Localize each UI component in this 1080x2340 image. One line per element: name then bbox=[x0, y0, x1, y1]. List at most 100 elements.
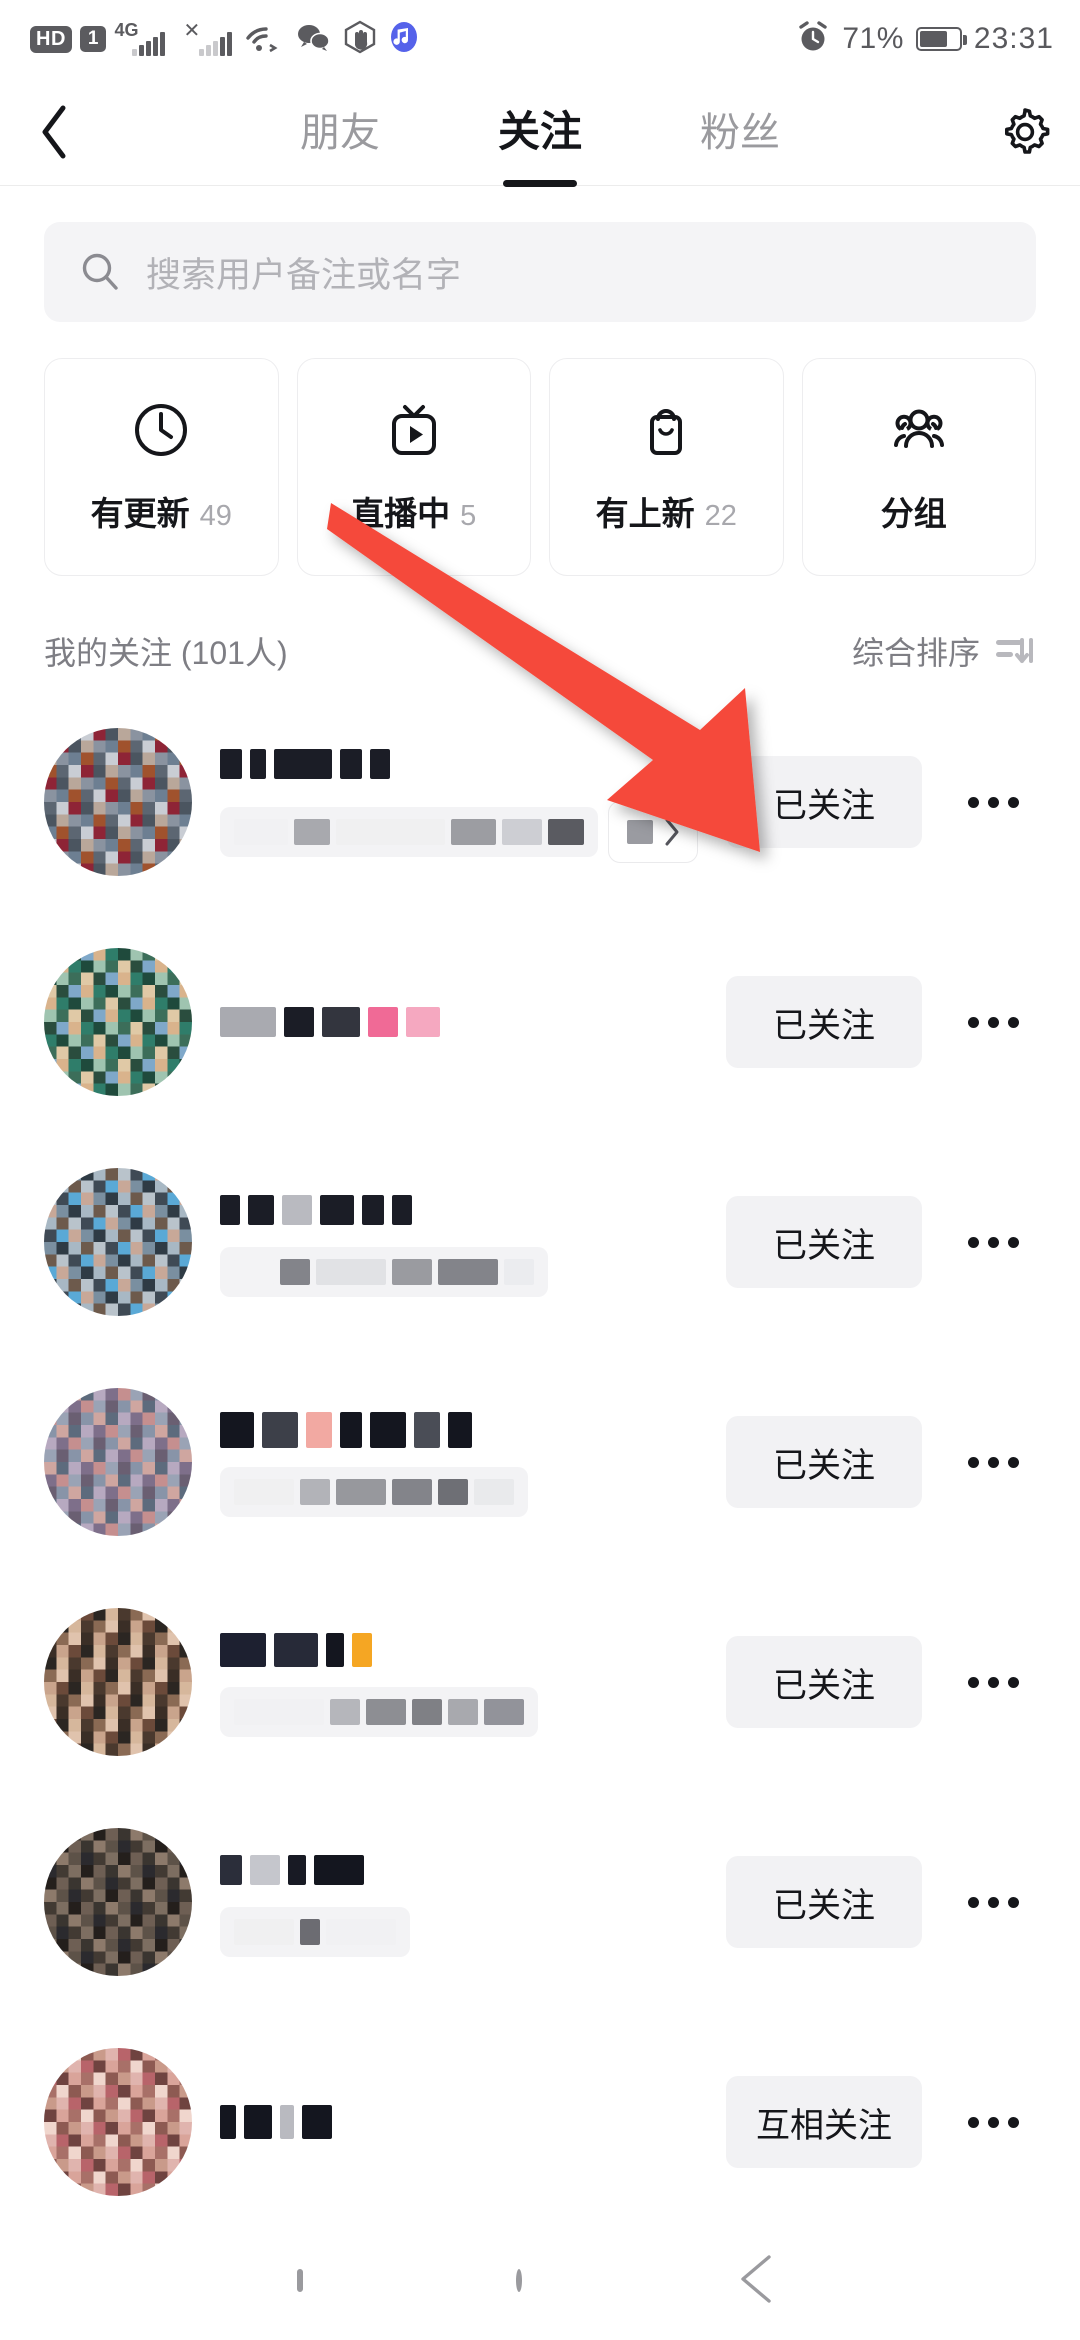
redacted-text-block bbox=[274, 1633, 318, 1667]
filter-card-new-items-label: 有上新 bbox=[595, 495, 695, 532]
more-options-icon[interactable] bbox=[950, 1676, 1036, 1688]
back-button[interactable] bbox=[0, 102, 110, 162]
redacted-text-block bbox=[288, 1855, 306, 1885]
avatar[interactable] bbox=[44, 1828, 192, 1976]
follow-status-button[interactable]: 已关注 bbox=[726, 1856, 922, 1948]
redacted-text-block bbox=[300, 1919, 320, 1945]
wechat-icon bbox=[294, 21, 334, 58]
home-button[interactable] bbox=[515, 2269, 522, 2292]
search-input[interactable]: 搜索用户备注或名字 bbox=[44, 222, 1036, 322]
filter-card-updates[interactable]: 有更新 49 bbox=[44, 358, 279, 576]
redacted-text-block bbox=[300, 1479, 330, 1505]
user-name-redacted bbox=[220, 1187, 698, 1233]
avatar[interactable] bbox=[44, 1388, 192, 1536]
redacted-text-block bbox=[320, 1195, 354, 1225]
following-list[interactable]: 已关注 已关注 已关注 已关注 已关注 已关注 互相关注 bbox=[0, 692, 1080, 2232]
redacted-text-block bbox=[392, 1195, 412, 1225]
follow-status-button[interactable]: 已关注 bbox=[726, 1636, 922, 1728]
group-people-icon bbox=[893, 409, 944, 448]
chevron-right-icon bbox=[665, 818, 679, 846]
follow-status-label: 已关注 bbox=[773, 1886, 875, 1925]
live-tv-icon bbox=[391, 405, 436, 455]
user-subtitle-row bbox=[220, 1247, 698, 1297]
redacted-text-block bbox=[340, 1412, 362, 1448]
follow-status-button[interactable]: 互相关注 bbox=[726, 2076, 922, 2168]
user-subtitle-redacted bbox=[220, 1687, 538, 1737]
tab-friends[interactable]: 朋友 bbox=[300, 100, 380, 164]
redacted-text-block bbox=[370, 1412, 406, 1448]
avatar[interactable] bbox=[44, 728, 192, 876]
do-not-disturb-icon bbox=[342, 20, 378, 59]
redacted-text-block bbox=[306, 1412, 332, 1448]
filter-card-groups[interactable]: 分组 bbox=[801, 358, 1036, 576]
more-options-icon[interactable] bbox=[950, 1236, 1036, 1248]
redacted-text-block bbox=[392, 1259, 432, 1285]
avatar[interactable] bbox=[44, 2048, 192, 2196]
redacted-text-block bbox=[438, 1259, 498, 1285]
user-name-redacted bbox=[220, 2099, 698, 2145]
redacted-text-block bbox=[362, 1195, 384, 1225]
table-row[interactable]: 已关注 bbox=[44, 692, 1036, 912]
avatar[interactable] bbox=[44, 1608, 192, 1756]
status-bar-left: HD 1 4G ✕ bbox=[30, 20, 422, 59]
filter-card-new-items-count: 22 bbox=[704, 500, 737, 532]
more-options-icon[interactable] bbox=[950, 1896, 1036, 1908]
redacted-text-block bbox=[220, 1633, 266, 1667]
more-options-icon[interactable] bbox=[950, 1016, 1036, 1028]
filter-card-new-items[interactable]: 有上新 22 bbox=[549, 358, 784, 576]
redacted-text-block bbox=[392, 1479, 432, 1505]
follow-status-button[interactable]: 已关注 bbox=[726, 976, 922, 1068]
table-row[interactable]: 已关注 bbox=[44, 1792, 1036, 2012]
app-header: 朋友 关注 粉丝 bbox=[0, 78, 1080, 186]
user-subtitle-row bbox=[220, 1907, 698, 1957]
follow-status-label: 已关注 bbox=[773, 1446, 875, 1485]
redacted-text-block bbox=[326, 1633, 344, 1667]
redacted-text-block bbox=[220, 1007, 276, 1037]
user-info bbox=[220, 1187, 698, 1297]
more-options-icon[interactable] bbox=[950, 1456, 1036, 1468]
redacted-text-block bbox=[220, 1412, 254, 1448]
battery-percent-label: 71% bbox=[842, 22, 904, 55]
tab-following[interactable]: 关注 bbox=[498, 98, 582, 165]
avatar[interactable] bbox=[44, 1168, 192, 1316]
table-row[interactable]: 已关注 bbox=[44, 1132, 1036, 1352]
user-info bbox=[220, 2099, 698, 2145]
follow-status-label: 已关注 bbox=[773, 786, 875, 825]
table-row[interactable]: 已关注 bbox=[44, 912, 1036, 1132]
tab-fans-label: 粉丝 bbox=[700, 110, 780, 155]
redacted-text-block bbox=[504, 1259, 534, 1285]
follow-status-button[interactable]: 已关注 bbox=[726, 1196, 922, 1288]
more-options-icon[interactable] bbox=[950, 796, 1036, 808]
table-row[interactable]: 互相关注 bbox=[44, 2012, 1036, 2232]
redacted-text-block bbox=[547, 819, 584, 845]
search-section: 搜索用户备注或名字 bbox=[0, 186, 1080, 322]
settings-button[interactable] bbox=[970, 104, 1080, 160]
redacted-text-block bbox=[302, 2105, 332, 2139]
table-row[interactable]: 已关注 bbox=[44, 1352, 1036, 1572]
table-row[interactable]: 已关注 bbox=[44, 1572, 1036, 1792]
clock-icon bbox=[135, 404, 188, 456]
follow-status-button[interactable]: 已关注 bbox=[726, 756, 922, 848]
user-name-redacted bbox=[220, 999, 698, 1045]
avatar[interactable] bbox=[44, 948, 192, 1096]
filter-card-live[interactable]: 直播中 5 bbox=[296, 358, 531, 576]
redacted-text-block bbox=[448, 1699, 478, 1725]
redacted-text-block bbox=[234, 1919, 294, 1945]
chevron-left-icon bbox=[42, 105, 66, 158]
sort-button[interactable]: 综合排序 bbox=[852, 628, 1036, 674]
filter-cards: 有更新 49 直播中 5 有上新 22 分组 bbox=[0, 322, 1080, 576]
redacted-text-block bbox=[330, 1699, 360, 1725]
sort-label: 综合排序 bbox=[851, 635, 980, 671]
redacted-text-block bbox=[336, 1479, 386, 1505]
follow-status-button[interactable]: 已关注 bbox=[726, 1416, 922, 1508]
redacted-text-block bbox=[414, 1412, 440, 1448]
user-tag-chip[interactable] bbox=[608, 801, 698, 863]
tab-fans[interactable]: 粉丝 bbox=[700, 100, 780, 164]
redacted-text-block bbox=[370, 749, 390, 779]
hd-icon: HD bbox=[30, 25, 72, 53]
user-subtitle-redacted bbox=[220, 1247, 548, 1297]
more-options-icon[interactable] bbox=[950, 2116, 1036, 2128]
nav-back-button[interactable] bbox=[735, 2252, 783, 2311]
recents-button[interactable] bbox=[296, 2269, 303, 2292]
redacted-text-block bbox=[250, 1855, 280, 1885]
